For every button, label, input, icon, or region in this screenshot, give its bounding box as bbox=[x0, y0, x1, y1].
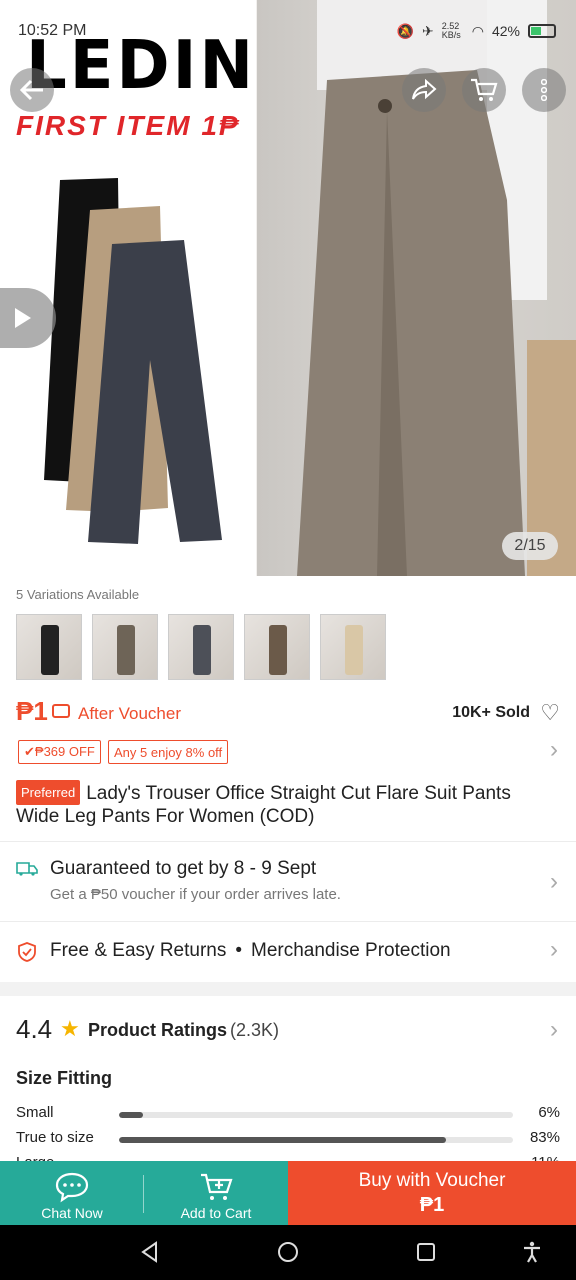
more-options-button[interactable] bbox=[522, 68, 566, 112]
buy-price: ₱1 bbox=[419, 1193, 445, 1216]
discount-tag[interactable]: ✔₱369 OFF bbox=[18, 740, 101, 764]
shield-icon bbox=[18, 942, 36, 962]
fit-percent: 83% bbox=[529, 1129, 560, 1146]
accessibility-icon[interactable] bbox=[520, 1240, 544, 1264]
chat-now-label: Chat Now bbox=[41, 1205, 103, 1221]
variation-thumbnails bbox=[16, 614, 386, 680]
back-button[interactable] bbox=[10, 68, 54, 112]
ratings-count: (2.3K) bbox=[230, 1020, 280, 1040]
network-speed: 2.52 KB/s bbox=[441, 21, 461, 40]
product-title: Preferred Lady's Trouser Office Straight … bbox=[16, 780, 546, 828]
more-vertical-icon bbox=[541, 79, 547, 101]
product-title-text: Lady's Trouser Office Straight Cut Flare… bbox=[16, 783, 511, 827]
nav-recents-icon[interactable] bbox=[414, 1240, 438, 1264]
fit-bar-fill bbox=[119, 1112, 143, 1118]
ratings-label: Product Ratings bbox=[88, 1020, 228, 1040]
wifi-icon: ◠ bbox=[471, 22, 484, 39]
chevron-right-icon: › bbox=[550, 936, 558, 963]
image-counter: 2/15 bbox=[502, 532, 558, 560]
status-time: 10:52 PM bbox=[18, 22, 87, 39]
fit-label: Small bbox=[16, 1104, 54, 1121]
add-to-cart-icon bbox=[201, 1173, 233, 1200]
product-image-carousel[interactable]: LEDIN FIRST ITEM 1₱ 10:52 PM 🔕 ✈ 2.52 KB… bbox=[0, 0, 576, 576]
variation-thumb[interactable] bbox=[320, 614, 386, 680]
product-ratings-row[interactable]: 4.4 ★ Product Ratings (2.3K) › bbox=[0, 1002, 576, 1058]
cart-icon bbox=[471, 78, 498, 101]
variation-thumb[interactable] bbox=[16, 614, 82, 680]
returns-protection-row[interactable]: Free & Easy Returns • Merchandise Protecti… bbox=[0, 922, 576, 980]
battery-icon bbox=[528, 24, 556, 38]
protection-label: Merchandise Protection bbox=[251, 940, 451, 961]
variation-thumb[interactable] bbox=[244, 614, 310, 680]
cart-button[interactable] bbox=[462, 68, 506, 112]
fit-bar-fill bbox=[119, 1137, 447, 1143]
buy-label: Buy with Voucher bbox=[358, 1169, 506, 1191]
fit-bar bbox=[119, 1137, 513, 1143]
chat-icon bbox=[55, 1172, 89, 1203]
buy-with-voucher-button[interactable]: Buy with Voucher ₱1 bbox=[288, 1161, 576, 1225]
variation-thumb[interactable] bbox=[92, 614, 158, 680]
back-arrow-icon bbox=[19, 79, 43, 101]
mute-icon: 🔕 bbox=[396, 22, 415, 39]
fit-bar bbox=[119, 1112, 513, 1118]
add-to-cart-button[interactable]: Add to Cart bbox=[144, 1161, 288, 1225]
price-row: ₱1 After Voucher 10K+ Sold ♡ bbox=[16, 696, 560, 728]
shipping-subtitle: Get a ₱50 voucher if your order arrives … bbox=[50, 886, 341, 903]
product-page: LEDIN FIRST ITEM 1₱ 10:52 PM 🔕 ✈ 2.52 KB… bbox=[0, 0, 576, 1280]
status-bar: 10:52 PM 🔕 ✈ 2.52 KB/s ◠ 42% bbox=[0, 20, 576, 44]
chevron-right-icon: › bbox=[550, 1016, 558, 1043]
preferred-badge: Preferred bbox=[16, 780, 81, 805]
battery-level: 42% bbox=[491, 23, 520, 39]
variations-label: 5 Variations Available bbox=[16, 587, 140, 602]
voucher-icon bbox=[52, 704, 70, 718]
fit-label: True to size bbox=[16, 1129, 94, 1146]
rating-value: 4.4 bbox=[16, 1014, 53, 1044]
fit-percent: 6% bbox=[538, 1104, 560, 1121]
variation-thumb[interactable] bbox=[168, 614, 234, 680]
voucher-tags[interactable]: ✔₱369 OFF Any 5 enjoy 8% off › bbox=[16, 736, 560, 766]
share-button[interactable] bbox=[402, 68, 446, 112]
section-divider bbox=[0, 982, 576, 996]
shipping-guarantee-row[interactable]: Guaranteed to get by 8 - 9 Sept Get a ₱5… bbox=[0, 846, 576, 920]
returns-label: Free & Easy Returns bbox=[50, 940, 227, 961]
add-to-cart-label: Add to Cart bbox=[180, 1205, 252, 1221]
separator-dot: • bbox=[235, 940, 242, 961]
fit-row-true-to-size: True to size 83% bbox=[16, 1129, 560, 1151]
heart-icon[interactable]: ♡ bbox=[540, 702, 560, 724]
airplane-icon: ✈ bbox=[422, 22, 434, 39]
divider bbox=[143, 1175, 144, 1213]
share-icon bbox=[412, 79, 437, 100]
system-navigation-bar bbox=[0, 1225, 576, 1280]
chevron-right-icon: › bbox=[550, 868, 558, 895]
divider bbox=[0, 841, 576, 842]
star-icon: ★ bbox=[60, 1016, 80, 1041]
shipping-title: Guaranteed to get by 8 - 9 Sept bbox=[50, 858, 317, 879]
bundle-tag[interactable]: Any 5 enjoy 8% off bbox=[108, 740, 229, 764]
chevron-right-icon: › bbox=[550, 736, 558, 763]
price: ₱1 bbox=[16, 696, 48, 726]
size-fitting-title: Size Fitting bbox=[16, 1068, 112, 1088]
fit-row-small: Small 6% bbox=[16, 1104, 560, 1126]
sold-count: 10K+ Sold bbox=[452, 704, 530, 721]
truck-icon bbox=[16, 862, 38, 876]
nav-home-icon[interactable] bbox=[276, 1240, 300, 1264]
play-icon bbox=[15, 308, 31, 328]
after-voucher-label: After Voucher bbox=[78, 704, 182, 723]
nav-back-icon[interactable] bbox=[138, 1240, 162, 1264]
chat-now-button[interactable]: Chat Now bbox=[0, 1161, 144, 1225]
bottom-action-bar: Chat Now Add to Cart Buy with Voucher ₱1 bbox=[0, 1161, 576, 1225]
